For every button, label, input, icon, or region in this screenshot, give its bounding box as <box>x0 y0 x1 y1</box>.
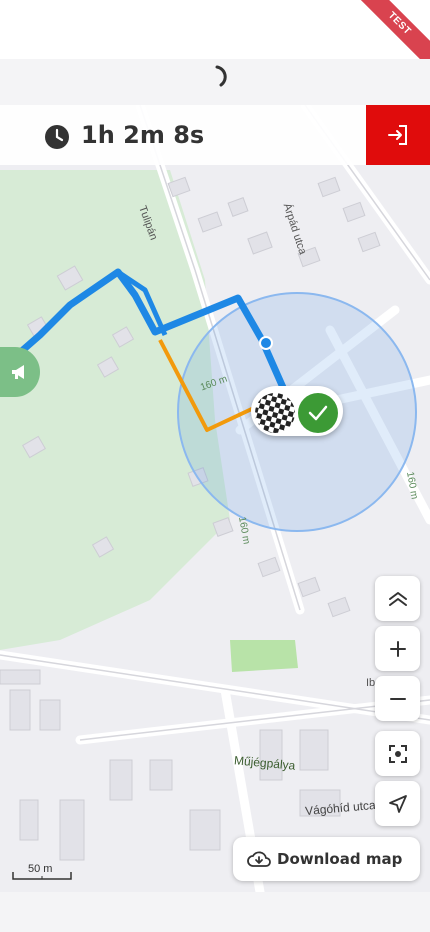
checkered-flag-icon <box>253 391 297 435</box>
center-location-button[interactable] <box>375 731 420 776</box>
cloud-download-icon <box>247 851 271 867</box>
megaphone-icon <box>12 365 24 379</box>
plus-icon <box>389 640 406 657</box>
elapsed-time: 1h 2m 8s <box>81 121 205 149</box>
download-map-button[interactable]: Download map <box>233 837 420 881</box>
street-label: Ib <box>366 677 376 689</box>
map-canvas[interactable] <box>0 105 430 892</box>
bottom-band <box>0 892 430 932</box>
focus-icon <box>388 744 407 763</box>
zoom-in-button[interactable] <box>375 626 420 671</box>
navigation-arrow-icon <box>388 794 407 813</box>
exit-button[interactable] <box>366 105 430 165</box>
exit-icon <box>388 125 407 145</box>
minus-icon <box>389 697 406 700</box>
loading-spinner-icon <box>215 65 227 87</box>
navigate-button[interactable] <box>375 781 420 826</box>
download-map-label: Download map <box>277 850 403 868</box>
zoom-out-button[interactable] <box>375 676 420 721</box>
scale-label: 50 m <box>28 863 53 875</box>
chevrons-up-icon <box>388 591 407 606</box>
map-view[interactable]: Tulipán Árpád utca 160 m 160 m 160 m Ib … <box>0 105 430 892</box>
check-icon <box>298 393 338 433</box>
clock-icon <box>45 125 69 149</box>
status-bar: TEST <box>0 0 430 78</box>
collapse-controls-button[interactable] <box>375 576 420 621</box>
